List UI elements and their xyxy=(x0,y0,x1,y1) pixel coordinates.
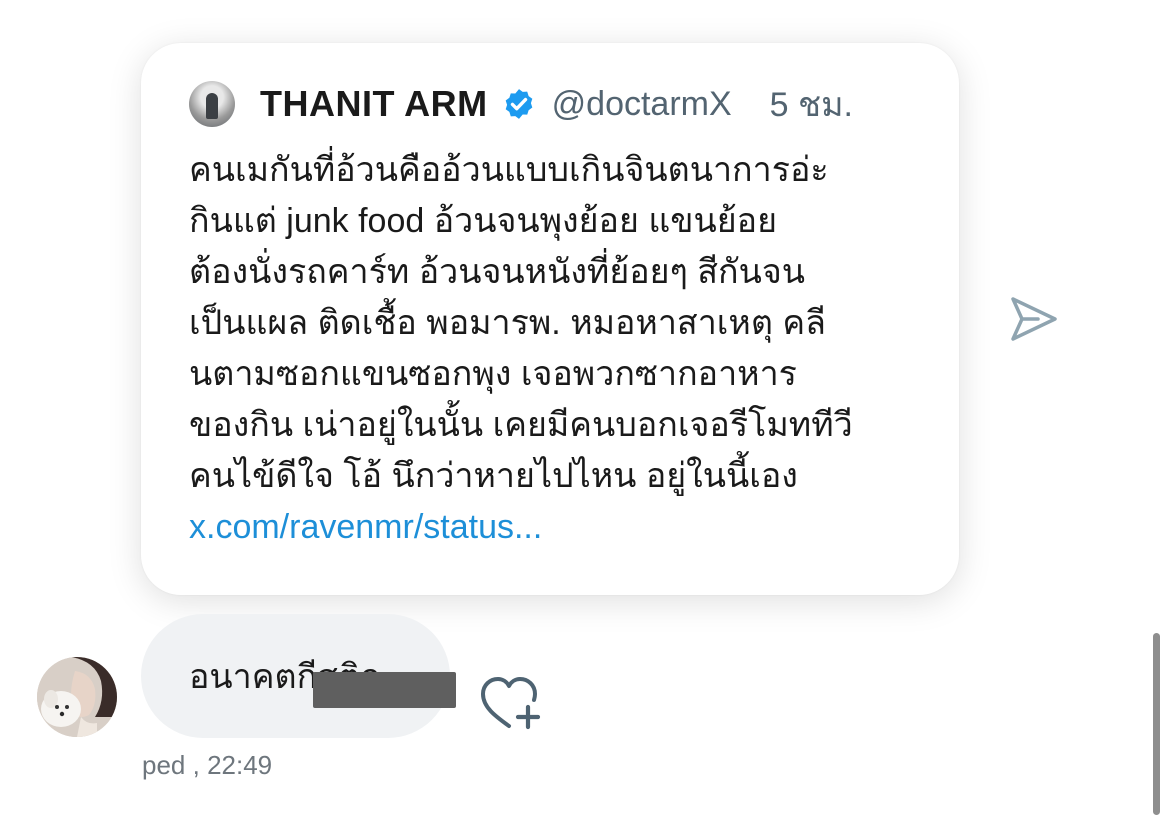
tweet-text-line: คนเมกันที่อ้วนคืออ้วนแบบเกินจินตนาการอ่ะ xyxy=(189,151,829,189)
redaction-box xyxy=(313,672,456,708)
heart-plus-icon[interactable] xyxy=(479,676,543,732)
tweet-text-line: เป็นแผล ติดเชื้อ พอมารพ. หมอหาสาเหตุ คลี xyxy=(189,304,826,342)
tweet-author-name[interactable]: THANIT ARM xyxy=(260,83,488,125)
chat-screen: THANIT ARM @doctarmX 5 ชม. คนเมกันที่อ้ว… xyxy=(0,0,1170,815)
tweet-header: THANIT ARM @doctarmX 5 ชม. xyxy=(189,79,929,129)
tweet-author-avatar[interactable] xyxy=(189,81,235,127)
tweet-text-line: กินแต่ junk food อ้วนจนพุงย้อย แขนย้อย xyxy=(189,202,778,240)
user-avatar[interactable] xyxy=(37,657,117,737)
tweet-time: 5 ชม. xyxy=(769,86,853,124)
user-avatar-image xyxy=(37,657,117,737)
verified-badge-icon xyxy=(505,89,532,119)
tweet-text-line: ของกิน เน่าอยู่ในนั้น เคยมีคนบอกเจอรีโมท… xyxy=(189,406,853,444)
send-icon[interactable] xyxy=(1005,293,1061,345)
tweet-body: คนเมกันที่อ้วนคืออ้วนแบบเกินจินตนาการอ่ะ… xyxy=(189,145,929,553)
message-meta: ped , 22:49 xyxy=(142,749,272,781)
message-sender: ped xyxy=(142,750,186,780)
tweet-text-line: ต้องนั่งรถคาร์ท อ้วนจนหนังที่ย้อยๆ สีกัน… xyxy=(189,253,806,291)
tweet-author-handle[interactable]: @doctarmX xyxy=(552,85,732,124)
message-time: , 22:49 xyxy=(192,750,273,780)
tweet-text-line: นตามซอกแขนซอกพุง เจอพวกซากอาหาร xyxy=(189,355,797,393)
meta-separator xyxy=(185,750,192,780)
tweet-text-line: คนไข้ดีใจ โอ้ นึกว่าหายไปไหน อยู่ในนี้เอ… xyxy=(189,457,798,495)
tweet-link[interactable]: x.com/ravenmr/status... xyxy=(189,502,929,553)
quoted-tweet-card[interactable]: THANIT ARM @doctarmX 5 ชม. คนเมกันที่อ้ว… xyxy=(141,43,959,595)
scrollbar-thumb[interactable] xyxy=(1153,633,1160,815)
